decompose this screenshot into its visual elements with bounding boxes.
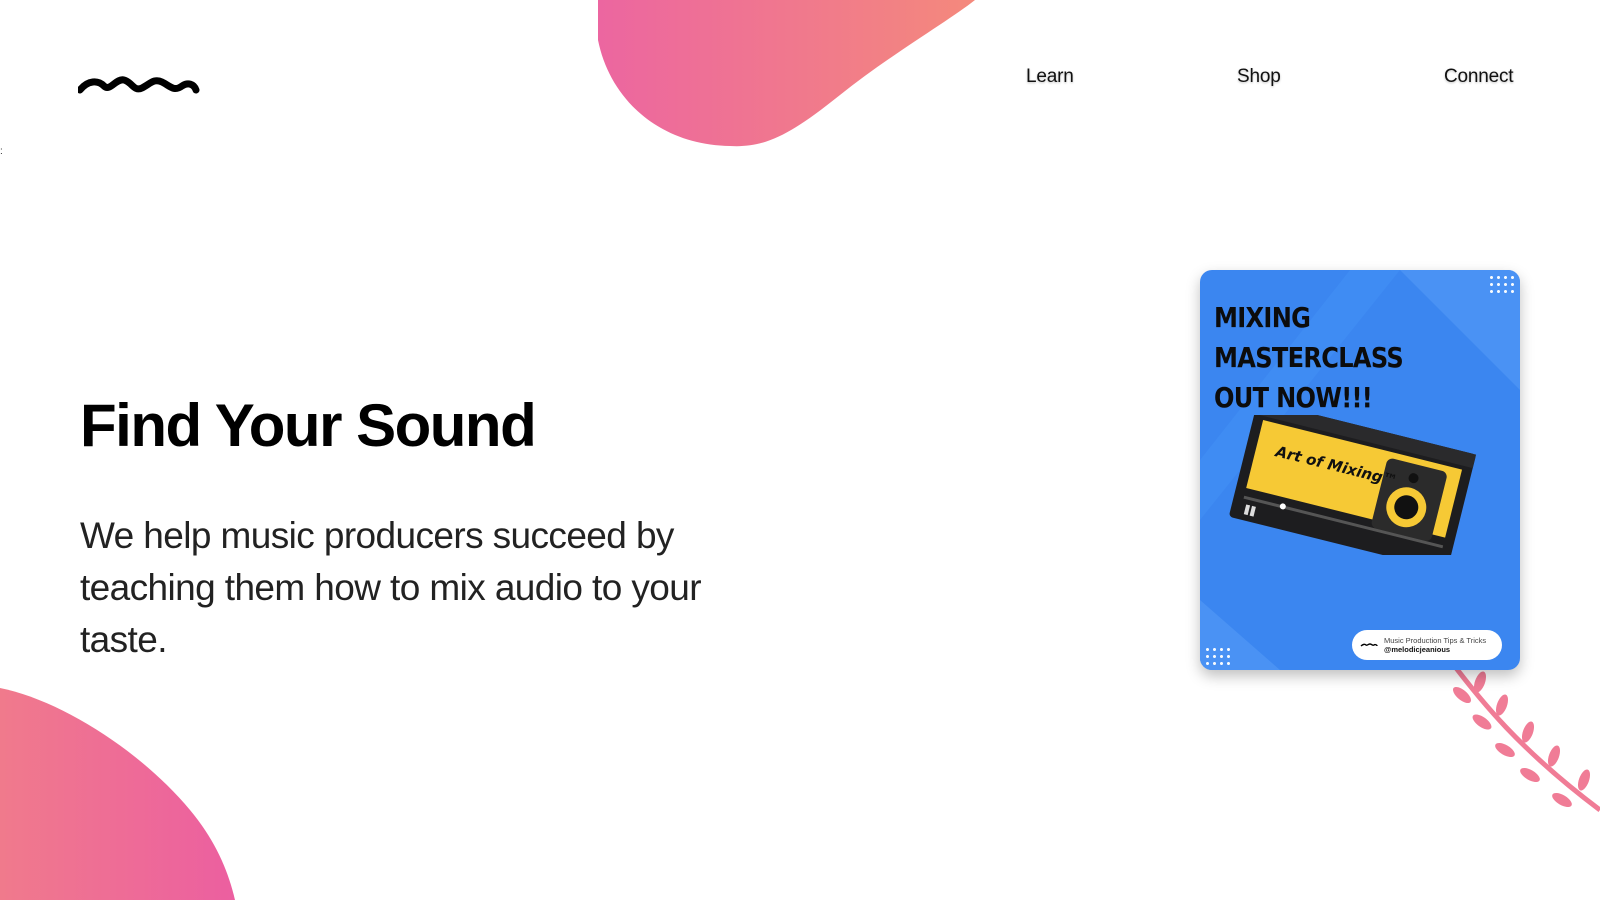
promo-title-line: OUT NOW!!! — [1214, 381, 1373, 414]
stray-mark: : — [0, 146, 3, 157]
main-nav: Learn Shop Connect — [0, 66, 1600, 96]
dot-grid-icon — [1488, 274, 1514, 294]
nav-link-learn[interactable]: Learn — [1026, 66, 1074, 88]
promo-card[interactable]: MIXING MASTERCLASS OUT NOW!!! Art of Mix… — [1200, 270, 1520, 670]
pill-handle: @melodicjeanious — [1384, 645, 1451, 654]
promo-title-line: MIXING — [1214, 301, 1311, 334]
hero-lead-text: We help music producers succeed by teach… — [80, 515, 702, 660]
dot-grid-icon — [1204, 646, 1230, 666]
pill-tagline: Music Production Tips & Tricks — [1384, 636, 1487, 645]
decorative-blob-bottom — [0, 688, 235, 900]
promo-title-line: MASTERCLASS — [1214, 341, 1404, 374]
creator-handle-pill[interactable]: Music Production Tips & Tricks @melodicj… — [1352, 630, 1502, 660]
leaf-branch-icon — [1450, 660, 1600, 812]
hero-heading: Find Your Sound — [80, 392, 537, 459]
promo-title: MIXING MASTERCLASS OUT NOW!!! — [1214, 298, 1404, 418]
squiggle-logo-icon — [1360, 643, 1378, 647]
nav-link-shop[interactable]: Shop — [1237, 66, 1281, 88]
nav-link-connect[interactable]: Connect — [1444, 66, 1514, 88]
course-screenshot-image: Art of Mixing™ — [1229, 415, 1477, 555]
